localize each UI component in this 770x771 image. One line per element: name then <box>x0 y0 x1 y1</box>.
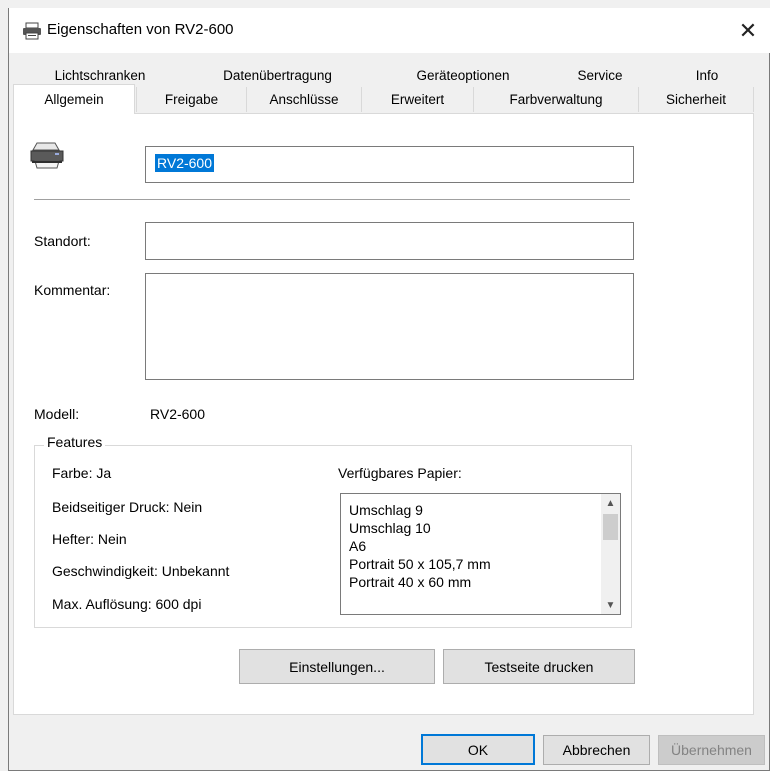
tab-farbverwaltung[interactable]: Farbverwaltung <box>473 87 638 112</box>
comment-label: Kommentar: <box>34 282 111 298</box>
list-item[interactable]: Umschlag 10 <box>349 520 431 536</box>
scroll-up-icon[interactable]: ▲ <box>601 494 620 512</box>
printer-icon <box>23 22 41 40</box>
ok-button[interactable]: OK <box>421 734 535 765</box>
list-item[interactable]: Portrait 50 x 105,7 mm <box>349 556 491 572</box>
tab-erweitert[interactable]: Erweitert <box>361 87 473 112</box>
tab-allgemein[interactable]: Allgemein <box>13 84 135 114</box>
apply-button: Übernehmen <box>658 735 765 765</box>
paper-listbox[interactable]: Umschlag 9 Umschlag 10 A6 Portrait 50 x … <box>340 493 621 615</box>
printer-icon <box>30 142 64 169</box>
separator <box>34 199 630 200</box>
features-legend: Features <box>44 434 106 450</box>
list-item[interactable]: A6 <box>349 538 366 554</box>
list-item[interactable]: Umschlag 9 <box>349 502 423 518</box>
feature-resolution: Max. Auflösung: 600 dpi <box>52 596 202 612</box>
list-item[interactable]: Portrait 40 x 60 mm <box>349 574 471 590</box>
tab-info[interactable]: Info <box>668 63 746 87</box>
scroll-down-icon[interactable]: ▼ <box>601 596 620 614</box>
tab-anschluesse[interactable]: Anschlüsse <box>246 87 361 112</box>
location-label: Standort: <box>34 233 91 249</box>
tab-datenuebertragung[interactable]: Datenübertragung <box>190 63 365 87</box>
model-label: Modell: <box>34 406 80 422</box>
scrollbar-thumb[interactable] <box>603 514 618 540</box>
feature-staple: Hefter: Nein <box>52 531 127 547</box>
printer-name-input[interactable]: RV2-600 <box>145 146 634 183</box>
feature-speed: Geschwindigkeit: Unbekannt <box>52 563 230 579</box>
location-input[interactable] <box>145 222 634 260</box>
feature-color: Farbe: Ja <box>52 465 112 481</box>
test-page-button[interactable]: Testseite drucken <box>443 649 635 684</box>
model-value: RV2-600 <box>150 406 206 422</box>
title-bar: Eigenschaften von RV2-600 ✕ <box>9 8 770 53</box>
paper-label: Verfügbares Papier: <box>338 465 462 481</box>
close-icon: ✕ <box>738 17 758 43</box>
close-button[interactable]: ✕ <box>725 8 770 53</box>
window-title: Eigenschaften von RV2-600 <box>47 21 234 38</box>
comment-textarea[interactable] <box>145 273 634 380</box>
settings-button[interactable]: Einstellungen... <box>239 649 435 684</box>
cancel-button[interactable]: Abbrechen <box>543 735 650 765</box>
feature-duplex: Beidseitiger Druck: Nein <box>52 499 203 515</box>
tab-service[interactable]: Service <box>550 63 650 87</box>
tab-freigabe[interactable]: Freigabe <box>136 87 246 112</box>
paper-scrollbar[interactable]: ▲ ▼ <box>601 494 620 614</box>
tab-sicherheit[interactable]: Sicherheit <box>638 87 754 112</box>
printer-name-selected-text: RV2-600 <box>155 154 215 172</box>
tab-geraeteoptionen[interactable]: Geräteoptionen <box>398 63 528 87</box>
